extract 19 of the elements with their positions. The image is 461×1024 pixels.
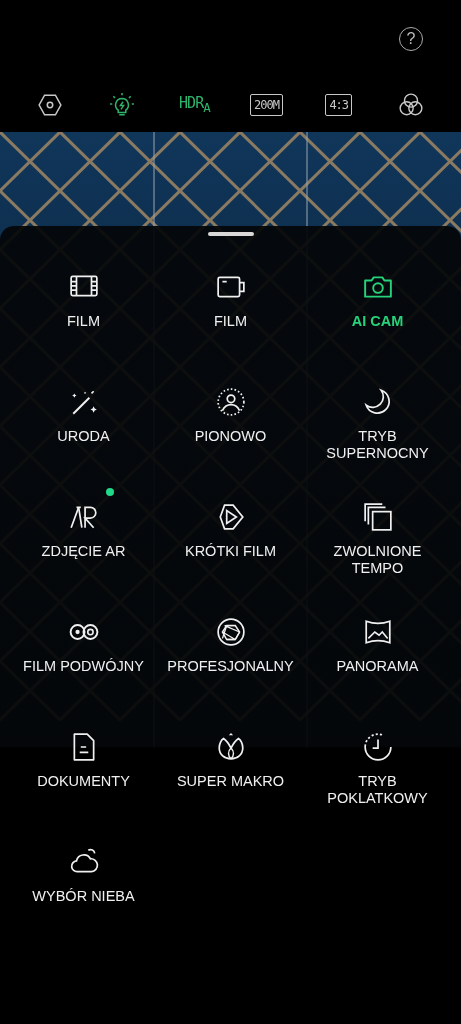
mode-item[interactable]: KRÓTKI FILM: [157, 502, 304, 617]
mode-item[interactable]: PIONOWO: [157, 387, 304, 502]
mode-item[interactable]: FILM: [157, 272, 304, 387]
mode-item[interactable]: SUPER MAKRO: [157, 732, 304, 847]
mode-item[interactable]: TRYB POKLATKOWY: [304, 732, 451, 847]
mode-item[interactable]: TRYB SUPERNOCNY: [304, 387, 451, 502]
resolution-toggle[interactable]: 200M: [250, 94, 283, 116]
mode-item[interactable]: ZWOLNIONE TEMPO: [304, 502, 451, 617]
hdr-toggle[interactable]: HDR$_{A}$: [175, 91, 214, 119]
mode-item[interactable]: URODA: [10, 387, 157, 502]
mode-item[interactable]: ZDJĘCIE AR: [10, 502, 157, 617]
mode-item[interactable]: PROFESJONALNY: [157, 617, 304, 732]
mode-item[interactable]: WYBÓR NIEBA: [10, 847, 157, 962]
aspect-ratio-toggle[interactable]: 4:3: [325, 94, 353, 116]
mode-item[interactable]: FILM: [10, 272, 157, 387]
mode-item[interactable]: DOKUMENTY: [10, 732, 157, 847]
mode-item[interactable]: PANORAMA: [304, 617, 451, 732]
mode-item[interactable]: AI CAM: [304, 272, 451, 387]
mode-item[interactable]: FILM PODWÓJNY: [10, 617, 157, 732]
